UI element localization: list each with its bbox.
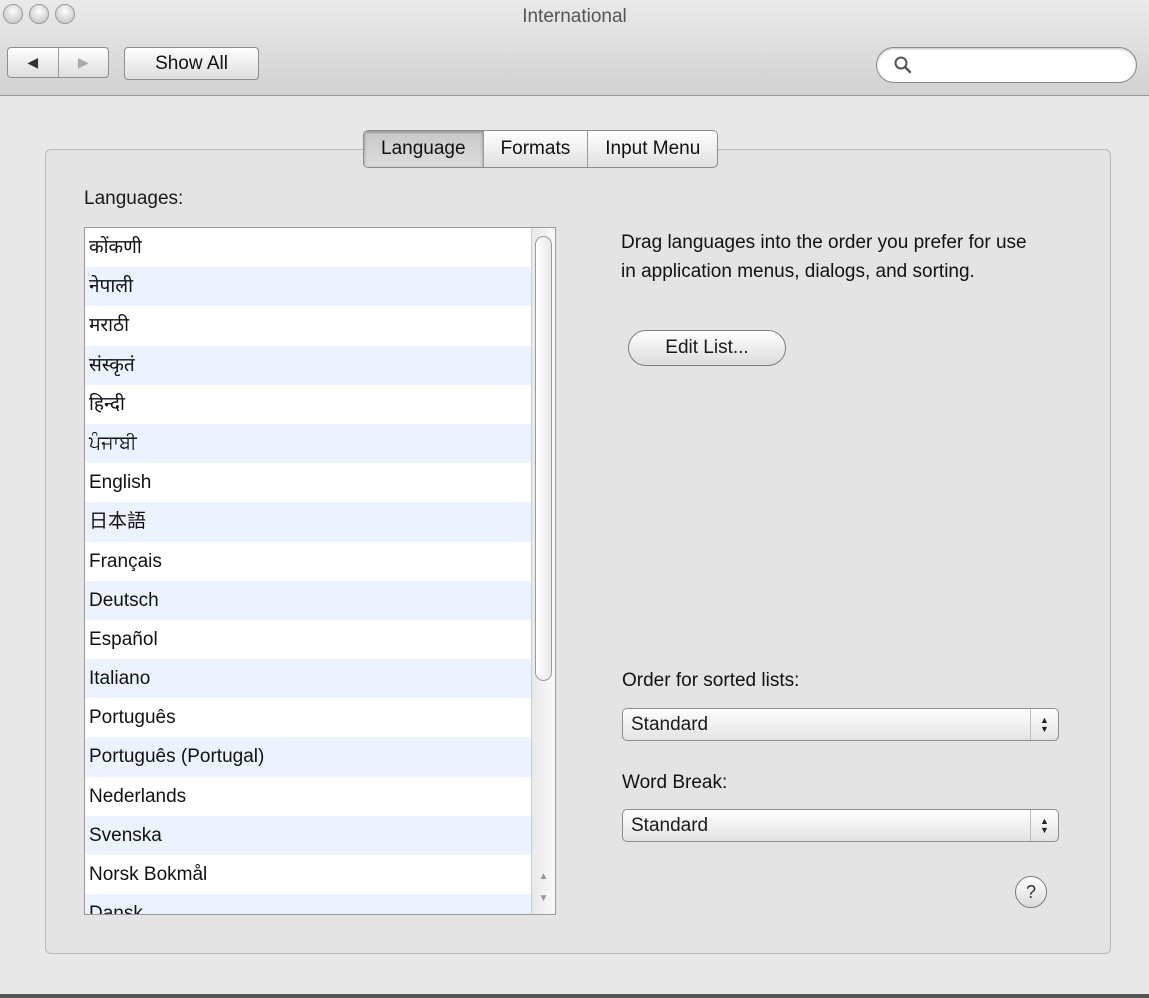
language-list-item[interactable]: मराठी — [85, 306, 555, 345]
sort-order-label: Order for sorted lists: — [622, 670, 800, 691]
language-list-item[interactable]: Deutsch — [85, 580, 555, 620]
titlebar: International ◀ ▶ Show All — [0, 0, 1149, 96]
language-list-item[interactable]: संस्कृतं — [85, 345, 555, 385]
language-list-item[interactable]: Italiano — [85, 659, 555, 699]
back-arrow-icon: ◀ — [27, 54, 39, 70]
back-button[interactable]: ◀ — [8, 48, 59, 77]
tab-bar: Language Formats Input Menu — [363, 130, 719, 168]
language-list-item[interactable]: नेपाली — [85, 267, 555, 307]
scroll-up-arrow-icon[interactable]: ▲ — [532, 866, 555, 888]
language-list-item[interactable]: Dansk — [85, 894, 555, 914]
language-list-item[interactable]: Português — [85, 698, 555, 737]
word-break-label: Word Break: — [622, 772, 728, 793]
edit-list-button[interactable]: Edit List... — [628, 330, 786, 366]
languages-list[interactable]: कोंकणी नेपाली मराठी संस्कृतं हिन्दी ਪੰਜਾਬੀ Eng… — [84, 227, 556, 915]
language-list-item[interactable]: Español — [85, 620, 555, 659]
search-input[interactable] — [919, 54, 1119, 76]
language-list-item[interactable]: 日本語 — [85, 502, 555, 542]
search-field[interactable] — [876, 47, 1137, 83]
window-bottom-edge — [0, 994, 1149, 998]
help-icon: ? — [1025, 882, 1036, 902]
language-list-item[interactable]: English — [85, 463, 555, 502]
sort-order-popup[interactable]: Standard ▲ ▼ — [622, 708, 1059, 741]
scroll-down-arrow-icon[interactable]: ▼ — [532, 888, 555, 910]
help-button[interactable]: ? — [1015, 876, 1047, 908]
language-list-item[interactable]: Nederlands — [85, 777, 555, 816]
language-list-item[interactable]: Français — [85, 542, 555, 581]
window-title: International — [522, 6, 627, 27]
language-list-item[interactable]: Svenska — [85, 815, 555, 855]
language-list-item[interactable]: ਪੰਜਾਬੀ — [85, 423, 555, 464]
word-break-popup[interactable]: Standard ▲ ▼ — [622, 809, 1059, 842]
language-list-item[interactable]: कोंकणी — [85, 228, 555, 267]
language-list-item[interactable]: Português (Portugal) — [85, 737, 555, 777]
forward-arrow-icon: ▶ — [77, 54, 89, 70]
sort-order-value: Standard — [631, 714, 709, 735]
tab-language[interactable]: Language — [364, 131, 484, 167]
language-list-item[interactable]: हिन्दी — [85, 385, 555, 424]
languages-scrollbar[interactable]: ▲ ▼ — [531, 228, 555, 914]
search-icon — [894, 56, 912, 74]
tab-input-menu[interactable]: Input Menu — [588, 131, 717, 167]
navigation-buttons: ◀ ▶ — [7, 47, 109, 78]
scroll-thumb[interactable] — [535, 236, 552, 681]
languages-label: Languages: — [84, 188, 184, 209]
up-down-arrows-icon: ▲ ▼ — [1030, 709, 1058, 740]
up-down-arrows-icon: ▲ ▼ — [1030, 810, 1058, 841]
word-break-value: Standard — [631, 815, 709, 836]
language-order-description: Drag languages into the order you prefer… — [621, 232, 1027, 282]
language-list-item[interactable]: Norsk Bokmål — [85, 855, 555, 894]
forward-button[interactable]: ▶ — [59, 48, 109, 77]
tab-formats[interactable]: Formats — [484, 131, 589, 167]
preferences-window: International ◀ ▶ Show All Language Form… — [0, 0, 1149, 998]
show-all-button[interactable]: Show All — [124, 47, 259, 80]
